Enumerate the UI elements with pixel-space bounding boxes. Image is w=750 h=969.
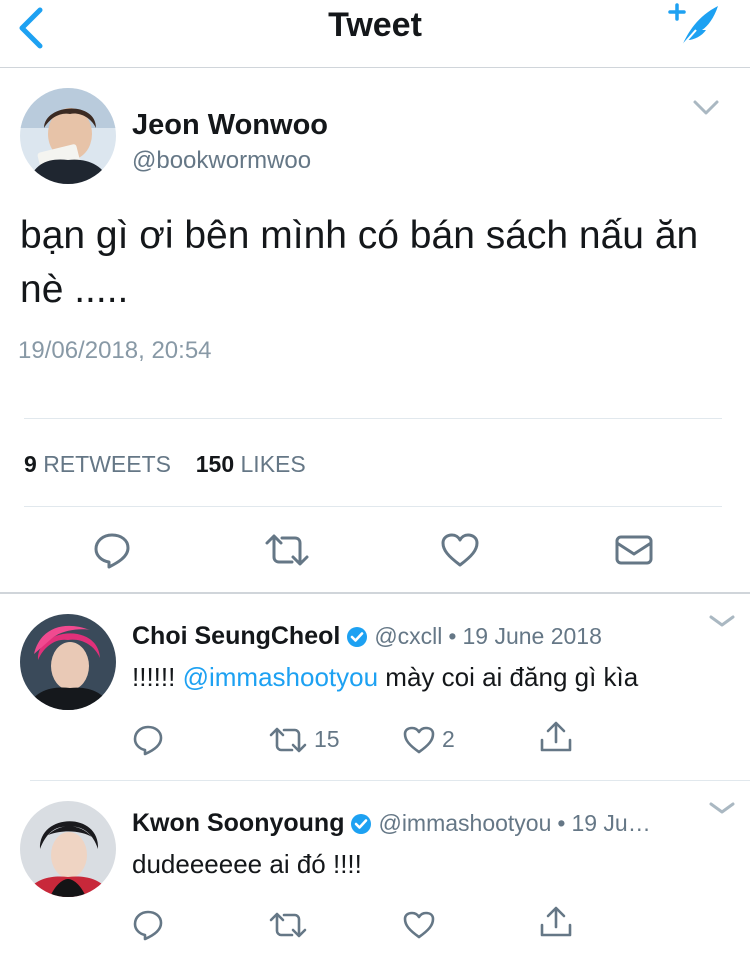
retweet-icon[interactable] — [264, 533, 310, 567]
like-count[interactable]: 150 — [196, 451, 234, 477]
like-label[interactable]: LIKES — [241, 451, 306, 477]
retweet-icon[interactable] — [268, 726, 308, 754]
author-name[interactable]: Jeon Wonwoo — [132, 109, 328, 142]
reply-header: Choi SeungCheol @cxcll • 19 June 2018 — [132, 622, 602, 651]
divider — [24, 418, 722, 419]
reply-icon[interactable] — [93, 531, 131, 569]
reply-text: dudeeeeee ai đó !!!! — [132, 849, 362, 879]
more-options-chevron-icon[interactable] — [692, 99, 720, 117]
tweet-timestamp: 19/06/2018, 20:54 — [18, 337, 212, 364]
retweet-icon[interactable] — [268, 911, 308, 939]
divider — [24, 506, 722, 507]
reply-text-prefix: !!!!!! — [132, 662, 176, 692]
reply-header: Kwon Soonyoung @immashootyou • 19 Ju… — [132, 809, 651, 838]
author-avatar[interactable] — [20, 88, 116, 184]
verified-badge-icon — [347, 626, 368, 647]
retweet-count[interactable]: 9 — [24, 451, 37, 477]
share-icon[interactable] — [538, 905, 574, 939]
reply-date: 19 Ju… — [571, 810, 651, 836]
reply-tweet[interactable]: Choi SeungCheol @cxcll • 19 June 2018 !!… — [0, 594, 750, 780]
page-title: Tweet — [328, 6, 422, 44]
engagement-stats: 9 RETWEETS 150 LIKES — [24, 451, 306, 478]
heart-icon[interactable] — [402, 725, 436, 755]
nav-bar: Tweet — [0, 0, 750, 68]
reply-avatar[interactable] — [20, 614, 116, 710]
tweet-text: bạn gì ơi bên mình có bán sách nấu ăn nè… — [20, 214, 699, 311]
reply-author-name[interactable]: Choi SeungCheol — [132, 622, 340, 651]
reply-author-handle[interactable]: @cxcll — [374, 623, 442, 650]
reply-author-name[interactable]: Kwon Soonyoung — [132, 809, 344, 838]
main-tweet: Jeon Wonwoo @bookwormwoo bạn gì ơi bên m… — [0, 69, 750, 593]
reply-icon[interactable] — [132, 724, 164, 756]
reply-tweet[interactable]: Kwon Soonyoung @immashootyou • 19 Ju… du… — [0, 781, 750, 969]
envelope-icon[interactable] — [614, 534, 654, 566]
share-icon[interactable] — [538, 720, 574, 754]
separator-dot: • — [448, 623, 457, 649]
heart-icon[interactable] — [402, 910, 436, 940]
retweet-label[interactable]: RETWEETS — [43, 451, 171, 477]
more-options-chevron-icon[interactable] — [708, 614, 736, 628]
reply-date: 19 June 2018 — [462, 623, 602, 649]
verified-badge-icon — [351, 813, 372, 834]
reply-icon[interactable] — [132, 909, 164, 941]
compose-feather-icon[interactable] — [662, 2, 722, 50]
reply-text: !!!!!! @immashootyou mày coi ai đăng gì … — [132, 662, 638, 693]
mention-link[interactable]: @immashootyou — [183, 662, 378, 692]
reply-retweet-count: 15 — [314, 726, 340, 752]
reply-avatar[interactable] — [20, 801, 116, 897]
reply-author-handle[interactable]: @immashootyou — [378, 810, 551, 837]
more-options-chevron-icon[interactable] — [708, 801, 736, 815]
author-handle[interactable]: @bookwormwoo — [132, 147, 311, 175]
heart-icon[interactable] — [440, 532, 480, 568]
separator-dot: • — [557, 810, 566, 836]
reply-text-suffix: mày coi ai đăng gì kìa — [385, 662, 639, 692]
reply-like-count: 2 — [442, 726, 455, 752]
